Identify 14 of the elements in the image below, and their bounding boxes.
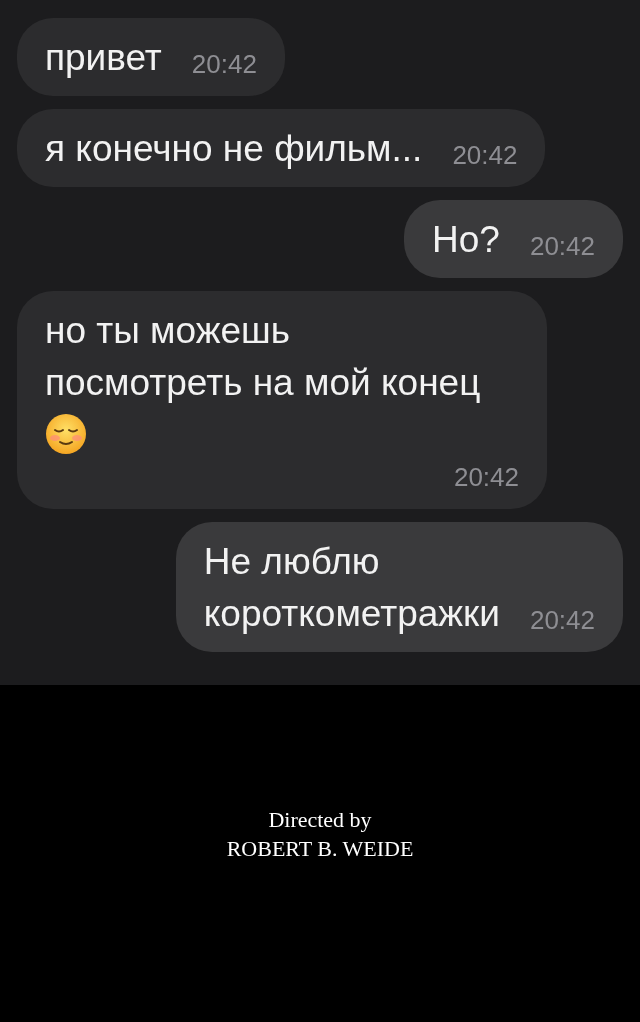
message-text: но ты можешь bbox=[45, 309, 291, 353]
message-time: 20:42 bbox=[452, 139, 518, 172]
credits-text: Directed by bbox=[268, 805, 372, 834]
message-text: я конечно не фильм... bbox=[45, 127, 423, 171]
message-text: привет bbox=[45, 36, 162, 80]
message-text: посмотреть на мой конец bbox=[45, 361, 481, 405]
message-time: 20:42 bbox=[191, 48, 257, 81]
credits-text: ROBERT B. WEIDE bbox=[226, 834, 414, 863]
message-text: Не люблю bbox=[203, 540, 381, 584]
message-time: 20:42 bbox=[529, 230, 595, 263]
message-text: короткометражки bbox=[203, 592, 500, 636]
message-time: 20:42 bbox=[453, 461, 519, 494]
message-text: Но? bbox=[432, 218, 500, 262]
message-time: 20:42 bbox=[529, 604, 595, 637]
